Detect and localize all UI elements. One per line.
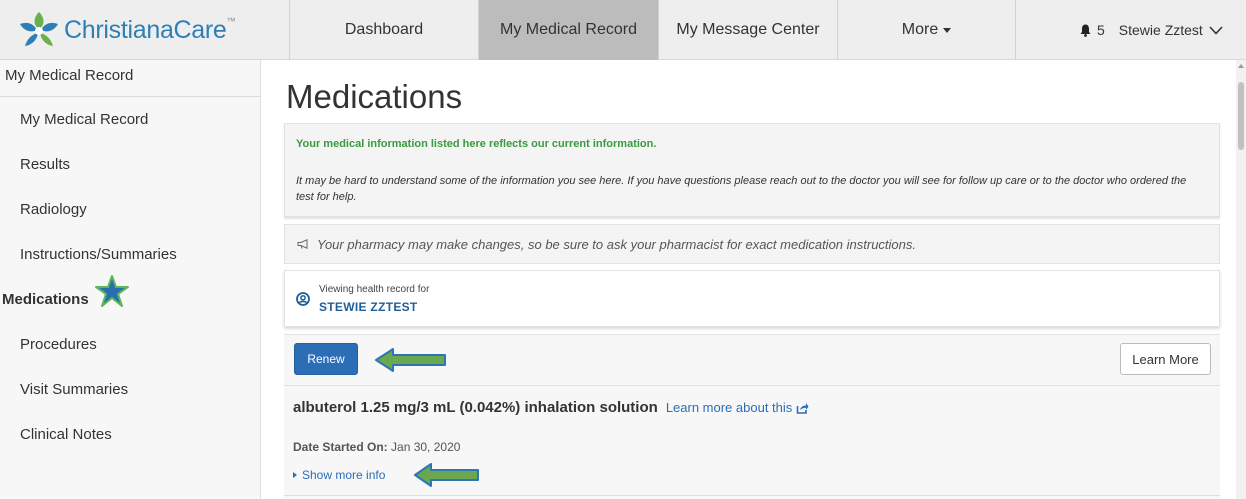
top-navigation-bar: ChristianaCare™ Dashboard My Medical Rec… xyxy=(0,0,1246,60)
date-started: Date Started On: Jan 30, 2020 xyxy=(293,440,460,454)
tab-my-medical-record[interactable]: My Medical Record xyxy=(478,0,658,60)
sidebar-item-clinical-notes[interactable]: Clinical Notes xyxy=(0,412,260,457)
show-more-label: Show more info xyxy=(302,468,386,482)
sidebar-item-radiology[interactable]: Radiology xyxy=(0,187,260,232)
logo-mark-icon xyxy=(16,10,62,50)
user-name[interactable]: Stewie Zztest xyxy=(1119,22,1203,38)
sidebar-item-instructions-summaries[interactable]: Instructions/Summaries xyxy=(0,232,260,277)
arrow-left-icon xyxy=(414,463,480,492)
medication-card: Renew Learn More albuterol 1.25 mg/3 mL … xyxy=(284,334,1220,499)
date-started-value: Jan 30, 2020 xyxy=(391,440,461,454)
person-icon xyxy=(296,292,310,311)
info-notice: Your medical information listed here ref… xyxy=(284,123,1220,217)
divider xyxy=(284,385,1220,386)
notification-count[interactable]: 5 xyxy=(1097,22,1105,38)
sidebar: My Medical Record My Medical Record Resu… xyxy=(0,60,261,499)
patient-name: STEWIE ZZTEST xyxy=(319,300,418,314)
pharmacy-notice: Your pharmacy may make changes, so be su… xyxy=(284,224,1220,264)
arrow-left-icon xyxy=(375,348,447,377)
patient-context: Viewing health record for STEWIE ZZTEST xyxy=(284,270,1220,327)
main-content: Medications Your medical information lis… xyxy=(262,60,1236,499)
scroll-up-icon[interactable] xyxy=(1238,64,1244,68)
tab-more[interactable]: More xyxy=(837,0,1015,60)
learn-more-link[interactable]: Learn more about this xyxy=(666,400,792,415)
info-headline: Your medical information listed here ref… xyxy=(296,138,657,150)
star-icon xyxy=(94,274,129,325)
page-scrollbar[interactable] xyxy=(1236,60,1246,499)
sidebar-heading: My Medical Record xyxy=(0,60,260,97)
page-title: Medications xyxy=(286,78,463,115)
pharmacy-notice-text: Your pharmacy may make changes, so be su… xyxy=(317,236,916,252)
sidebar-item-results[interactable]: Results xyxy=(0,142,260,187)
logo-text: ChristianaCare™ xyxy=(64,15,236,44)
sidebar-item-label: Medications xyxy=(2,291,89,308)
divider xyxy=(284,495,1220,496)
main-nav: Dashboard My Medical Record My Message C… xyxy=(289,0,1015,60)
show-more-toggle[interactable]: Show more info xyxy=(293,468,385,482)
sidebar-item-my-medical-record[interactable]: My Medical Record xyxy=(0,97,260,142)
sidebar-item-procedures[interactable]: Procedures xyxy=(0,322,260,367)
info-body: It may be hard to understand some of the… xyxy=(296,175,1187,203)
user-area: 5 Stewie Zztest xyxy=(1015,0,1246,60)
brand-logo[interactable]: ChristianaCare™ xyxy=(16,8,236,52)
sidebar-item-medications[interactable]: Medications xyxy=(0,274,260,325)
medication-name: albuterol 1.25 mg/3 mL (0.042%) inhalati… xyxy=(293,399,809,416)
medication-title: albuterol 1.25 mg/3 mL (0.042%) inhalati… xyxy=(293,399,658,416)
bell-icon[interactable] xyxy=(1080,24,1091,37)
tab-my-message-center[interactable]: My Message Center xyxy=(658,0,837,60)
caret-down-icon xyxy=(943,27,952,33)
caret-right-icon xyxy=(293,472,297,478)
sidebar-item-visit-summaries[interactable]: Visit Summaries xyxy=(0,367,260,412)
tab-dashboard[interactable]: Dashboard xyxy=(289,0,478,60)
megaphone-icon xyxy=(297,239,309,249)
renew-button[interactable]: Renew xyxy=(294,343,358,375)
external-link-icon[interactable] xyxy=(796,402,809,414)
date-started-label: Date Started On: xyxy=(293,440,388,454)
learn-more-button[interactable]: Learn More xyxy=(1120,343,1211,375)
chevron-down-icon[interactable] xyxy=(1209,22,1223,38)
scroll-thumb[interactable] xyxy=(1238,82,1244,150)
viewing-label: Viewing health record for xyxy=(319,284,430,295)
